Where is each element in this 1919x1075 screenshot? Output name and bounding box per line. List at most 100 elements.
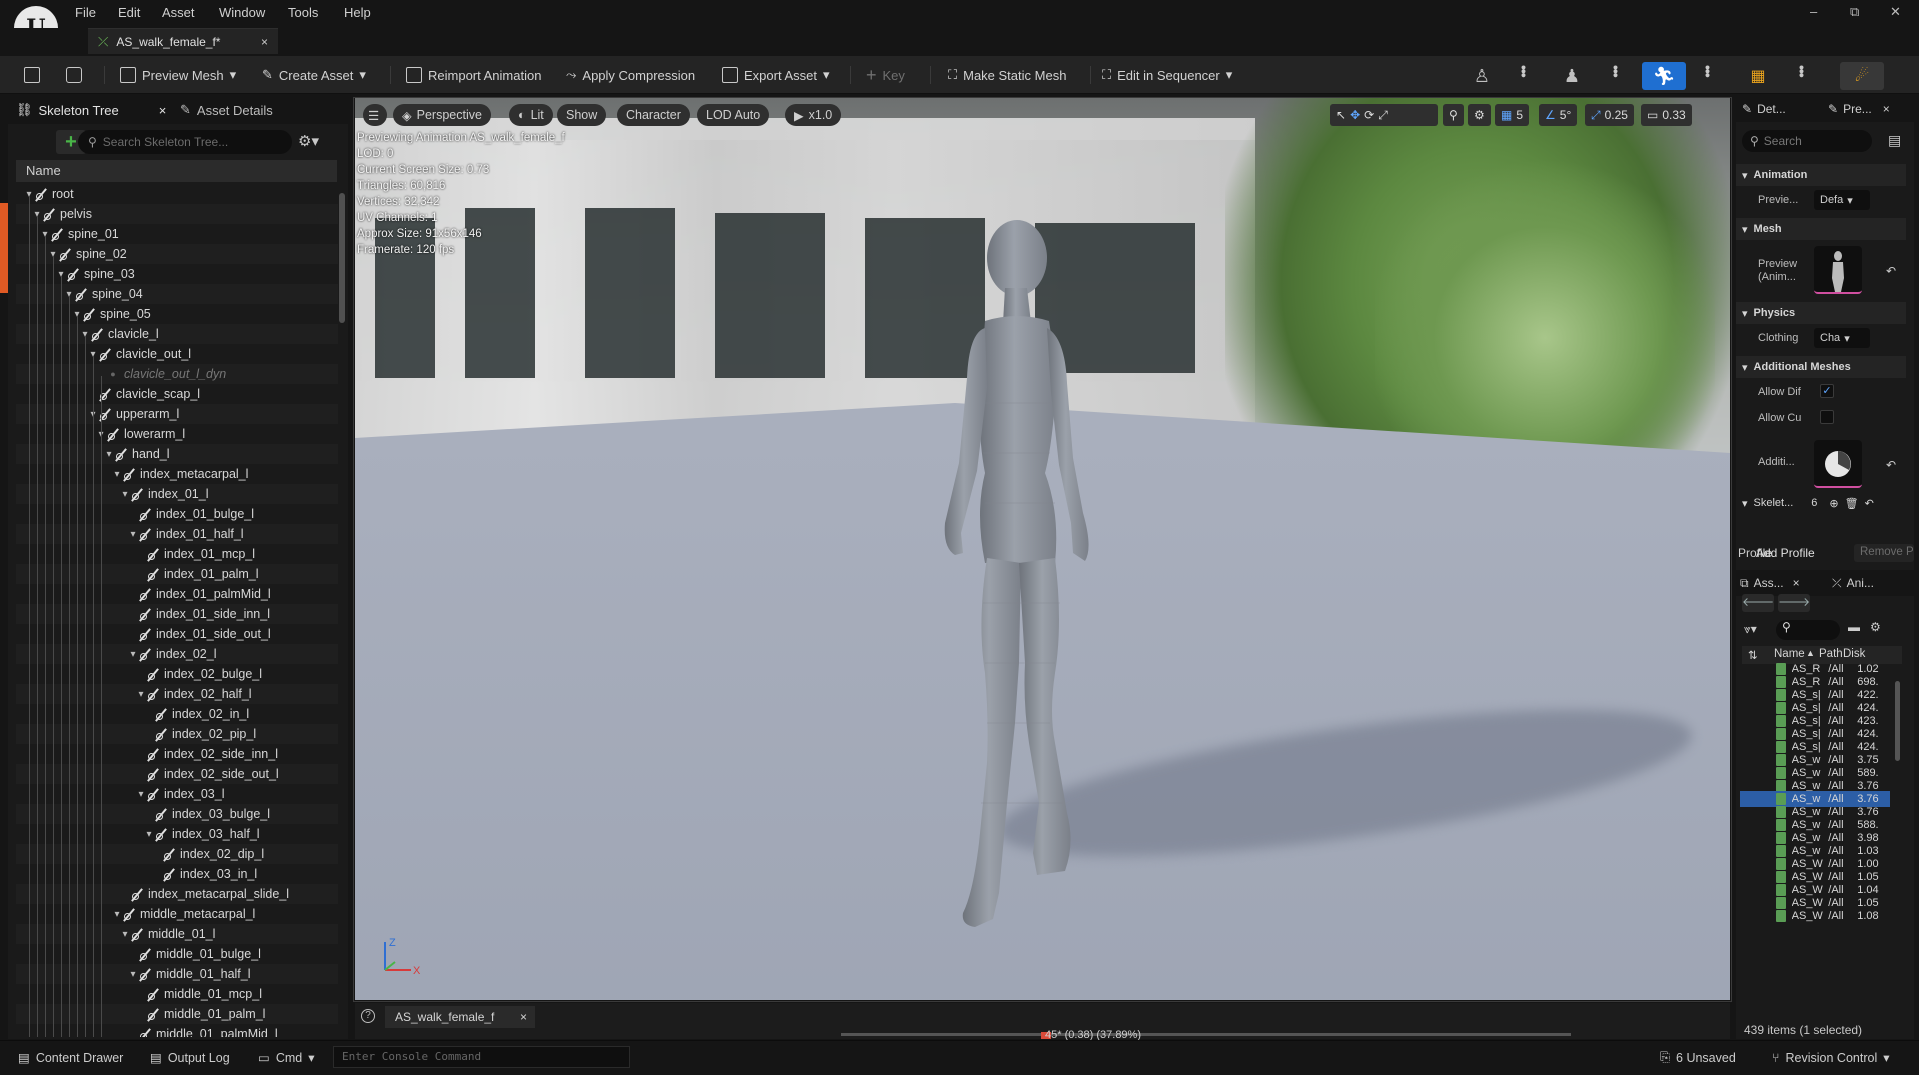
viewport-menu-button[interactable]: ☰ — [363, 104, 387, 126]
add-profile-button[interactable]: Add Profile — [1756, 546, 1815, 560]
section-skeleton[interactable]: ▾ Skelet... 6 ⊕ 🗑︎ ↶ — [1736, 492, 1906, 514]
bone-row[interactable]: index_01_side_out_l — [16, 624, 338, 644]
grid-snap-toggle[interactable]: ▦ 5 — [1495, 104, 1530, 126]
perspective-button[interactable]: ◈ Perspective — [393, 104, 491, 126]
asset-col-path[interactable]: Path — [1819, 648, 1843, 660]
show-button[interactable]: Show — [557, 104, 607, 126]
scale-snap-toggle[interactable]: ⤢ 0.25 — [1585, 104, 1634, 126]
menu-file[interactable]: File — [75, 5, 96, 20]
allow-dif-checkbox[interactable]: ✓ — [1820, 384, 1834, 398]
forward-arrow-icon[interactable]: 🡒 — [1778, 594, 1810, 612]
timeline-tab[interactable]: AS_walk_female_f × — [385, 1006, 535, 1028]
section-animation[interactable]: ▾ Animation — [1736, 164, 1906, 186]
bone-row[interactable]: middle_01_bulge_l — [16, 944, 338, 964]
close-tab-icon[interactable]: × — [520, 1010, 527, 1024]
rotation-snap-toggle[interactable]: ∠ 5° — [1539, 104, 1578, 126]
menu-asset[interactable]: Asset — [162, 5, 195, 20]
asset-col-name[interactable]: Name — [1774, 648, 1805, 660]
make-static-mesh-button[interactable]: ⛶ Make Static Mesh — [948, 64, 1066, 86]
rotate-icon[interactable]: ⟳ — [1364, 108, 1374, 122]
mesh-mode-options-icon[interactable]: ••• — [1608, 65, 1624, 77]
lit-button[interactable]: ◐ Lit — [509, 104, 553, 126]
viewport[interactable]: ☰ ◈ Perspective ◐ Lit Show Character LOD A… — [355, 98, 1730, 1000]
unsaved-button[interactable]: ⎘ 6 Unsaved — [1660, 1050, 1736, 1065]
settings-gear-icon[interactable]: ⚙▾ — [298, 132, 319, 150]
bone-row[interactable]: ▾ index_02_half_l — [16, 684, 338, 704]
bone-row[interactable]: index_01_bulge_l — [16, 504, 338, 524]
revision-control-button[interactable]: ⑂ Revision Control ▾ — [1772, 1050, 1890, 1066]
close-tab-icon[interactable]: × — [1793, 576, 1800, 590]
browse-button[interactable] — [66, 64, 82, 86]
bone-row[interactable]: index_03_bulge_l — [16, 804, 338, 824]
allow-cu-checkbox[interactable] — [1820, 410, 1834, 424]
timeline-scrubber[interactable] — [841, 1033, 1571, 1036]
create-asset-button[interactable]: ✎ Create Asset ▾ — [262, 64, 366, 86]
playback-speed-button[interactable]: ▶ x1.0 — [785, 104, 842, 126]
bone-row[interactable]: ▾ index_01_l — [16, 484, 338, 504]
bone-row[interactable]: middle_01_palmMid_l — [16, 1024, 338, 1037]
close-window-button[interactable]: ✕ — [1890, 4, 1901, 20]
trash-icon[interactable]: 🗑︎ — [1845, 497, 1859, 510]
edit-in-sequencer-button[interactable]: ⛶ Edit in Sequencer ▾ — [1102, 64, 1232, 86]
tab-asset-browser[interactable]: ⧉ Ass... × — [1740, 570, 1800, 596]
animation-mode-button[interactable]: 🏃︎ — [1642, 62, 1686, 90]
close-tab-icon[interactable]: × — [159, 103, 167, 118]
expand-arrow-icon[interactable]: ▾ — [136, 789, 146, 800]
mesh-thumbnail[interactable] — [1814, 246, 1862, 294]
bone-row[interactable]: ● clavicle_out_l_dyn — [16, 364, 338, 384]
expand-arrow-icon[interactable]: ▾ — [128, 969, 138, 980]
details-search-input[interactable]: ⚲ Search — [1742, 130, 1872, 152]
folder-icon[interactable]: ▬ — [1848, 620, 1860, 634]
lod-button[interactable]: LOD Auto — [697, 104, 770, 126]
bone-row[interactable]: index_metacarpal_slide_l — [16, 884, 338, 904]
sort-icon[interactable]: ⇅ — [1748, 648, 1758, 662]
bone-row[interactable]: ▾ clavicle_l — [16, 324, 338, 344]
scale-icon[interactable]: ⤢ — [1378, 108, 1388, 123]
bone-row[interactable]: index_02_side_out_l — [16, 764, 338, 784]
expand-arrow-icon[interactable]: ▾ — [128, 649, 138, 660]
tab-asset-details[interactable]: ✎ Asset Details — [180, 96, 273, 124]
bone-row[interactable]: ▾ spine_01 — [16, 224, 338, 244]
bone-row[interactable]: ▾ spine_05 — [16, 304, 338, 324]
expand-arrow-icon[interactable]: ▾ — [104, 449, 114, 460]
reset-icon[interactable]: ↶ — [1865, 497, 1874, 510]
remove-profile-button[interactable]: Remove P — [1854, 544, 1914, 562]
cmd-button[interactable]: ▭ Cmd ▾ — [258, 1050, 315, 1066]
section-mesh[interactable]: ▾ Mesh — [1736, 218, 1906, 240]
expand-arrow-icon[interactable]: ▾ — [120, 929, 130, 940]
bone-row[interactable]: index_01_side_inn_l — [16, 604, 338, 624]
console-input[interactable]: Enter Console Command — [333, 1046, 630, 1068]
bone-row[interactable]: middle_01_palm_l — [16, 1004, 338, 1024]
bone-row[interactable]: index_02_in_l — [16, 704, 338, 724]
menu-edit[interactable]: Edit — [118, 5, 140, 20]
select-icon[interactable]: ↖ — [1336, 108, 1346, 122]
camera-speed-button[interactable]: ▭ 0.33 — [1641, 104, 1692, 126]
bone-row[interactable]: ▾ root — [16, 184, 338, 204]
bone-row[interactable]: index_02_dip_l — [16, 844, 338, 864]
clothing-dropdown[interactable]: Cha ▾ — [1814, 328, 1870, 348]
asset-col-disk[interactable]: Disk — [1843, 648, 1865, 660]
bone-row[interactable]: ▾lowerarm_l — [16, 424, 338, 444]
bone-row[interactable]: ▾ index_01_half_l — [16, 524, 338, 544]
gear-icon[interactable]: ⚙ — [1870, 620, 1881, 634]
key-button[interactable]: + Key — [866, 64, 905, 86]
bone-row[interactable]: index_01_palm_l — [16, 564, 338, 584]
bone-row[interactable]: ▾ spine_02 — [16, 244, 338, 264]
save-button[interactable] — [24, 64, 40, 86]
expand-arrow-icon[interactable]: ▾ — [112, 469, 122, 480]
mesh-mode-button[interactable]: ♟ — [1550, 62, 1594, 90]
expand-arrow-icon[interactable]: ▾ — [112, 909, 122, 920]
bone-row[interactable]: index_02_pip_l — [16, 724, 338, 744]
tree-scrollbar[interactable] — [339, 193, 345, 323]
bone-row[interactable]: ▾ spine_04 — [16, 284, 338, 304]
animation-mode-options-icon[interactable]: ••• — [1700, 65, 1716, 77]
menu-help[interactable]: Help — [344, 5, 371, 20]
add-element-icon[interactable]: ⊕ — [1829, 497, 1838, 510]
skeleton-search-input[interactable]: ⚲ Search Skeleton Tree... — [78, 130, 292, 154]
world-local-toggle[interactable]: ⚲ — [1443, 104, 1464, 126]
bone-row[interactable]: ▾ middle_metacarpal_l — [16, 904, 338, 924]
bone-row[interactable]: ▾ middle_01_half_l — [16, 964, 338, 984]
bone-row[interactable]: index_01_mcp_l — [16, 544, 338, 564]
section-physics[interactable]: ▾ Physics — [1736, 302, 1906, 324]
close-tab-icon[interactable]: × — [261, 35, 268, 49]
